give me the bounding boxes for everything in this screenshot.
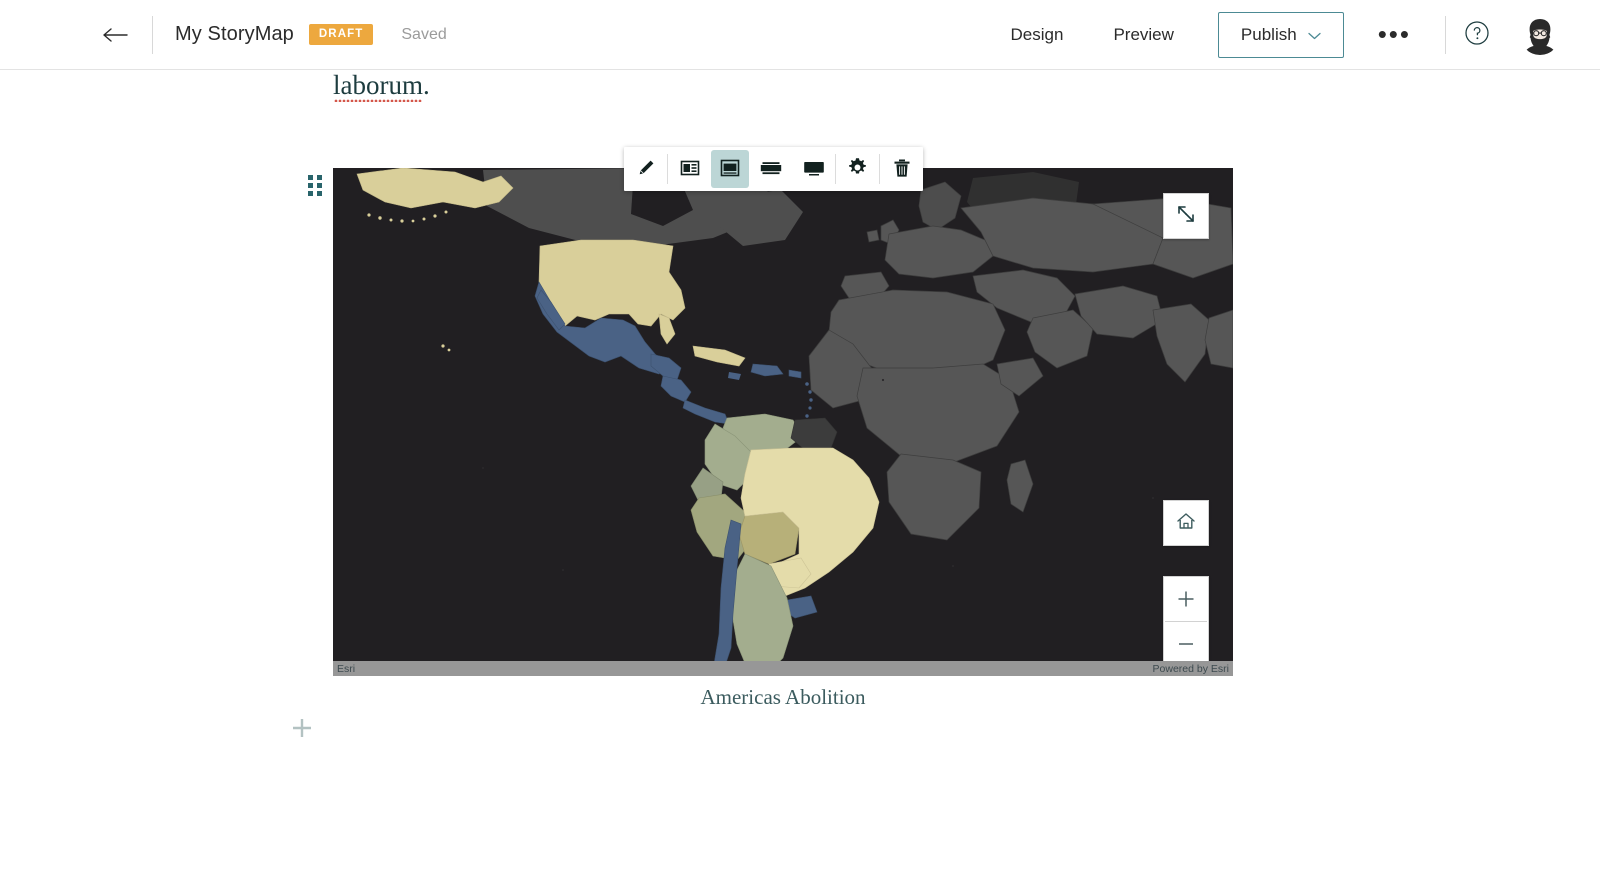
chevron-down-icon: [1308, 25, 1321, 45]
header-divider: [152, 15, 153, 54]
paragraph-text[interactable]: laborum.: [333, 70, 430, 101]
zoom-controls: [1163, 576, 1209, 667]
country-usa: [538, 239, 686, 327]
layout-full-icon: [803, 158, 825, 181]
map-attribution: Esri Powered by Esri: [333, 661, 1233, 676]
gear-icon: [847, 157, 868, 181]
expand-arrows-icon: [1174, 202, 1198, 231]
layout-small-icon: [680, 158, 700, 181]
trash-icon: [892, 157, 912, 182]
avatar[interactable]: [1520, 14, 1560, 55]
arrow-left-icon: [102, 26, 128, 44]
map-caption[interactable]: Americas Abolition: [333, 685, 1233, 710]
header-actions: Design Preview Publish •••: [1005, 11, 1600, 58]
drag-dots-icon[interactable]: [308, 175, 322, 196]
header-divider-2: [1445, 15, 1446, 54]
map-block[interactable]: Esri Powered by Esri: [333, 168, 1233, 676]
app-header: My StoryMap DRAFT Saved Design Preview P…: [0, 0, 1600, 70]
attribution-powered-by[interactable]: Powered by Esri: [1153, 663, 1229, 675]
layout-medium-icon: [720, 158, 740, 181]
tab-design[interactable]: Design: [1005, 24, 1070, 46]
plus-icon: [289, 715, 315, 744]
spellcheck-underline: [334, 99, 422, 102]
size-small-button[interactable]: [668, 147, 711, 191]
map-settings-button[interactable]: [836, 147, 879, 191]
map-canvas[interactable]: [333, 168, 1233, 676]
attribution-esri[interactable]: Esri: [337, 663, 355, 675]
block-toolbar: [624, 147, 923, 191]
size-medium-button[interactable]: [711, 150, 749, 188]
layout-large-icon: [760, 158, 782, 181]
question-circle-icon: [1464, 20, 1490, 49]
pencil-icon: [636, 158, 656, 181]
zoom-out-button[interactable]: [1164, 622, 1208, 666]
publish-button[interactable]: Publish: [1217, 11, 1344, 58]
delete-block-button[interactable]: [880, 147, 923, 191]
size-large-button[interactable]: [749, 147, 792, 191]
tab-preview[interactable]: Preview: [1107, 24, 1179, 46]
edit-map-button[interactable]: [624, 147, 667, 191]
add-block-button[interactable]: [288, 715, 316, 743]
more-menu-button[interactable]: •••: [1372, 20, 1417, 50]
publish-button-label: Publish: [1240, 24, 1297, 44]
help-button[interactable]: [1464, 20, 1490, 49]
story-canvas: laborum. Esri Powered by Esri Americas A…: [0, 70, 1600, 888]
status-badge: DRAFT: [308, 24, 374, 45]
expand-map-button[interactable]: [1163, 193, 1209, 239]
zoom-in-button[interactable]: [1164, 577, 1208, 621]
save-status-text: Saved: [401, 25, 447, 43]
back-button[interactable]: [88, 8, 142, 62]
size-full-button[interactable]: [792, 147, 835, 191]
home-extent-button[interactable]: [1163, 500, 1209, 546]
page-title: My StoryMap: [175, 23, 294, 45]
home-icon: [1175, 510, 1197, 537]
